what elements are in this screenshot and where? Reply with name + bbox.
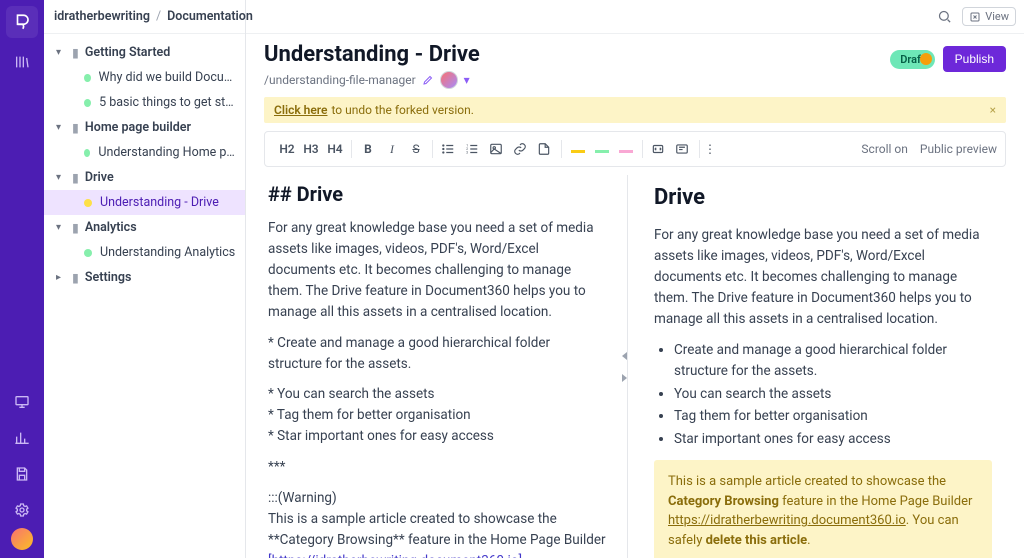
folder-icon: ▮ bbox=[72, 120, 79, 136]
publish-button[interactable]: Publish bbox=[943, 46, 1006, 72]
file-button[interactable] bbox=[537, 142, 553, 156]
save-icon[interactable] bbox=[8, 460, 36, 488]
status-badge[interactable]: Draft bbox=[890, 50, 934, 69]
bullet-list-button[interactable] bbox=[441, 142, 457, 156]
md-heading: ## Drive bbox=[268, 179, 606, 210]
scroll-toggle[interactable]: Scroll on bbox=[861, 142, 907, 156]
tree-group-settings[interactable]: ▸ ▮ Settings bbox=[44, 265, 245, 290]
view-button[interactable]: View bbox=[962, 7, 1016, 26]
folder-icon: ▮ bbox=[72, 170, 79, 186]
folder-icon: ▮ bbox=[72, 220, 79, 236]
h3-button[interactable]: H3 bbox=[303, 142, 319, 156]
chevron-down-icon: ▾ bbox=[56, 122, 68, 133]
page-slug: /understanding-file-manager bbox=[264, 73, 416, 87]
topbar: View bbox=[246, 0, 1024, 34]
tree-group-analytics[interactable]: ▾ ▮ Analytics bbox=[44, 215, 245, 240]
tree-group-home-page-builder[interactable]: ▾ ▮ Home page builder bbox=[44, 115, 245, 140]
author-avatar[interactable] bbox=[440, 71, 458, 89]
strike-button[interactable]: S bbox=[408, 142, 424, 156]
breadcrumb-workspace[interactable]: idratherbewriting bbox=[54, 9, 150, 24]
tree-group-drive[interactable]: ▾ ▮ Drive bbox=[44, 165, 245, 190]
markdown-editor[interactable]: ## Drive For any great knowledge base yo… bbox=[264, 175, 620, 558]
nav-tree: ▾ ▮ Getting Started Why did we build Doc… bbox=[44, 34, 245, 558]
tree-group-getting-started[interactable]: ▾ ▮ Getting Started bbox=[44, 40, 245, 65]
more-icon[interactable]: ⋮ bbox=[702, 142, 718, 156]
highlight-pink[interactable] bbox=[618, 142, 634, 156]
tree-item[interactable]: Why did we build Document3… bbox=[44, 65, 245, 90]
chevron-right-icon: ▸ bbox=[56, 272, 68, 283]
public-preview-link[interactable]: Public preview bbox=[920, 142, 997, 156]
tree-item[interactable]: Understanding Analytics bbox=[44, 240, 245, 265]
warning-callout: This is a sample article created to show… bbox=[654, 460, 992, 558]
link-button[interactable] bbox=[513, 142, 529, 156]
tree-item[interactable]: Understanding Home page bu… bbox=[44, 140, 245, 165]
folder-icon: ▮ bbox=[72, 45, 79, 61]
preview-list: Create and manage a good hierarchical fo… bbox=[654, 340, 992, 451]
undo-fork-notice: Click here to undo the forked version. × bbox=[264, 97, 1006, 123]
highlight-yellow[interactable] bbox=[570, 142, 586, 156]
svg-text:3: 3 bbox=[466, 151, 468, 155]
h2-button[interactable]: H2 bbox=[279, 142, 295, 156]
code-inline-button[interactable] bbox=[651, 142, 667, 156]
page-title: Understanding - Drive bbox=[264, 42, 890, 67]
chevron-down-icon: ▾ bbox=[56, 172, 68, 183]
callout-link[interactable]: https://idratherbewriting.document360.io bbox=[668, 513, 906, 528]
breadcrumb-section[interactable]: Documentation bbox=[167, 9, 253, 24]
monitor-icon[interactable] bbox=[8, 388, 36, 416]
edit-slug-icon[interactable] bbox=[422, 74, 434, 86]
close-icon[interactable]: × bbox=[990, 103, 996, 117]
highlight-green[interactable] bbox=[594, 142, 610, 156]
bold-button[interactable]: B bbox=[360, 142, 376, 156]
main: View Understanding - Drive /understandin… bbox=[246, 0, 1024, 558]
h4-button[interactable]: H4 bbox=[327, 142, 343, 156]
library-icon[interactable] bbox=[8, 48, 36, 76]
preview-heading: Drive bbox=[654, 181, 992, 215]
undo-link[interactable]: Click here bbox=[274, 103, 327, 117]
analytics-icon[interactable] bbox=[8, 424, 36, 452]
pane-divider[interactable] bbox=[620, 175, 634, 558]
user-avatar[interactable] bbox=[11, 528, 33, 550]
ordered-list-button[interactable]: 123 bbox=[465, 142, 481, 156]
folder-icon: ▮ bbox=[72, 270, 79, 286]
tree-item[interactable]: 5 basic things to get started bbox=[44, 90, 245, 115]
preview-pane: Drive For any great knowledge base you n… bbox=[634, 175, 1006, 558]
app-logo[interactable] bbox=[6, 6, 38, 38]
editor-panes: ## Drive For any great knowledge base yo… bbox=[264, 175, 1006, 558]
chevron-down-icon: ▾ bbox=[56, 47, 68, 58]
settings-icon[interactable] bbox=[8, 496, 36, 524]
sidebar: idratherbewriting / Documentation ▾ ▮ Ge… bbox=[44, 0, 246, 558]
title-bar: Understanding - Drive /understanding-fil… bbox=[246, 34, 1024, 95]
italic-button[interactable]: I bbox=[384, 142, 400, 157]
icon-rail bbox=[0, 0, 44, 558]
image-button[interactable] bbox=[489, 142, 505, 156]
tree-item-active[interactable]: Understanding - Drive bbox=[44, 190, 245, 215]
notice-text: to undo the forked version. bbox=[331, 103, 473, 117]
code-block-button[interactable] bbox=[675, 142, 691, 156]
editor-toolbar: H2 H3 H4 B I S 123 ⋮ bbox=[264, 131, 1006, 167]
breadcrumb: idratherbewriting / Documentation bbox=[44, 0, 245, 34]
search-icon[interactable] bbox=[937, 9, 952, 24]
chevron-down-icon[interactable]: ▾ bbox=[464, 73, 470, 87]
chevron-down-icon: ▾ bbox=[56, 222, 68, 233]
